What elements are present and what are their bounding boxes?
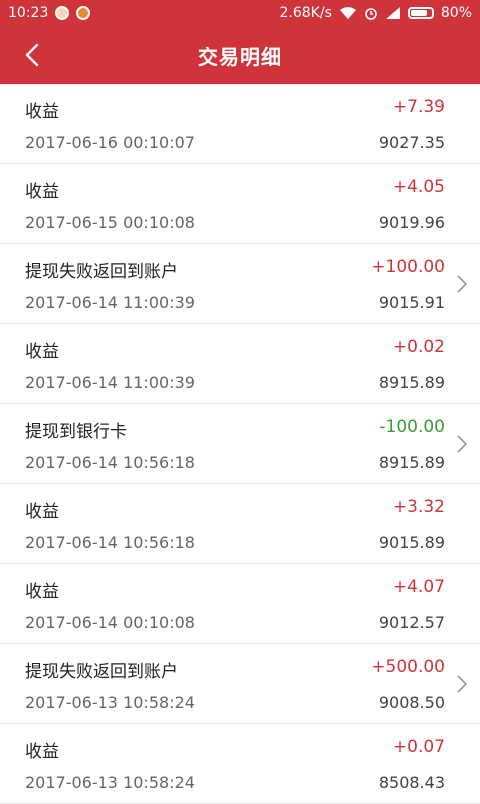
transaction-balance: 9008.50 <box>378 693 445 712</box>
transaction-row[interactable]: 提现失败返回到账户 2017-06-14 11:00:39 +100.00 9015.… <box>0 244 480 324</box>
transaction-balance: 9027.35 <box>378 133 445 152</box>
transaction-balance: 9019.96 <box>378 213 445 232</box>
wifi-icon <box>339 7 356 19</box>
transaction-name: 收益 <box>25 742 59 762</box>
app-notification-icon-2 <box>76 6 91 20</box>
back-arrow-icon[interactable] <box>18 40 48 70</box>
chevron-right-icon <box>457 675 468 693</box>
transaction-name: 收益 <box>25 582 59 602</box>
transaction-amount: +7.39 <box>392 97 445 117</box>
battery-icon <box>407 7 434 19</box>
transaction-time: 2017-06-14 11:00:39 <box>25 293 195 312</box>
transaction-balance: 9015.89 <box>378 533 445 552</box>
transaction-balance: 9012.57 <box>378 613 445 632</box>
transaction-name: 提现到银行卡 <box>25 422 127 442</box>
status-right: 2.68K/s 80% <box>280 5 473 21</box>
transaction-amount: -100.00 <box>379 417 445 437</box>
transaction-row: 收益 2017-06-16 00:10:07 +7.39 9027.35 <box>0 84 480 164</box>
network-speed: 2.68K/s <box>279 5 332 21</box>
transaction-amount: +3.32 <box>392 497 445 517</box>
transaction-amount: +100.00 <box>371 257 445 277</box>
transaction-row: 收益 2017-06-14 10:56:18 +3.32 9015.89 <box>0 484 480 564</box>
transaction-balance: 8915.89 <box>378 453 445 472</box>
battery-percent: 80% <box>440 5 472 21</box>
transaction-name: 收益 <box>25 182 59 202</box>
transaction-time: 2017-06-13 10:58:24 <box>25 693 195 712</box>
page-title: 交易明细 <box>198 44 282 69</box>
transaction-time: 2017-06-14 10:56:18 <box>25 533 195 552</box>
transaction-amount: +500.00 <box>371 657 445 677</box>
transaction-time: 2017-06-16 00:10:07 <box>25 133 195 152</box>
transaction-time: 2017-06-14 10:56:18 <box>25 453 195 472</box>
transaction-row: 收益 2017-06-13 10:58:24 +0.07 8508.43 <box>0 724 480 804</box>
transaction-name: 提现失败返回到账户 <box>25 262 178 282</box>
transaction-name: 收益 <box>25 342 59 362</box>
title-bar: 交易明细 <box>0 26 480 84</box>
transaction-name: 提现失败返回到账户 <box>25 662 178 682</box>
status-time: 10:23 <box>8 5 49 21</box>
transaction-amount: +4.07 <box>392 577 445 597</box>
transaction-balance: 8508.43 <box>378 773 445 792</box>
transaction-row: 收益 2017-06-14 11:00:39 +0.02 8915.89 <box>0 324 480 404</box>
transaction-time: 2017-06-14 00:10:08 <box>25 613 195 632</box>
transaction-amount: +0.02 <box>392 337 445 357</box>
chevron-right-icon <box>457 275 468 293</box>
transaction-name: 收益 <box>25 102 59 122</box>
transaction-time: 2017-06-13 10:58:24 <box>25 773 195 792</box>
transaction-time: 2017-06-14 11:00:39 <box>25 373 195 392</box>
chevron-right-icon <box>457 435 468 453</box>
signal-icon <box>385 7 400 19</box>
transaction-balance: 8915.89 <box>378 373 445 392</box>
transaction-amount: +4.05 <box>392 177 445 197</box>
transaction-row[interactable]: 提现失败返回到账户 2017-06-13 10:58:24 +500.00 9008.… <box>0 644 480 724</box>
transaction-row: 收益 2017-06-14 00:10:08 +4.07 9012.57 <box>0 564 480 644</box>
transaction-amount: +0.07 <box>392 737 445 757</box>
status-bar: 10:23 2.68K/s 80% <box>0 0 480 26</box>
transaction-balance: 9015.91 <box>378 293 445 312</box>
transaction-list: 收益 2017-06-16 00:10:07 +7.39 9027.35 收益 2017-… <box>0 84 480 804</box>
app-notification-icon <box>55 6 70 20</box>
transaction-time: 2017-06-15 00:10:08 <box>25 213 195 232</box>
status-left: 10:23 <box>8 5 91 21</box>
transaction-row: 收益 2017-06-15 00:10:08 +4.05 9019.96 <box>0 164 480 244</box>
transaction-row[interactable]: 提现到银行卡 2017-06-14 10:56:18 -100.00 8915.89 <box>0 404 480 484</box>
alarm-icon <box>365 8 377 20</box>
transaction-name: 收益 <box>25 502 59 522</box>
